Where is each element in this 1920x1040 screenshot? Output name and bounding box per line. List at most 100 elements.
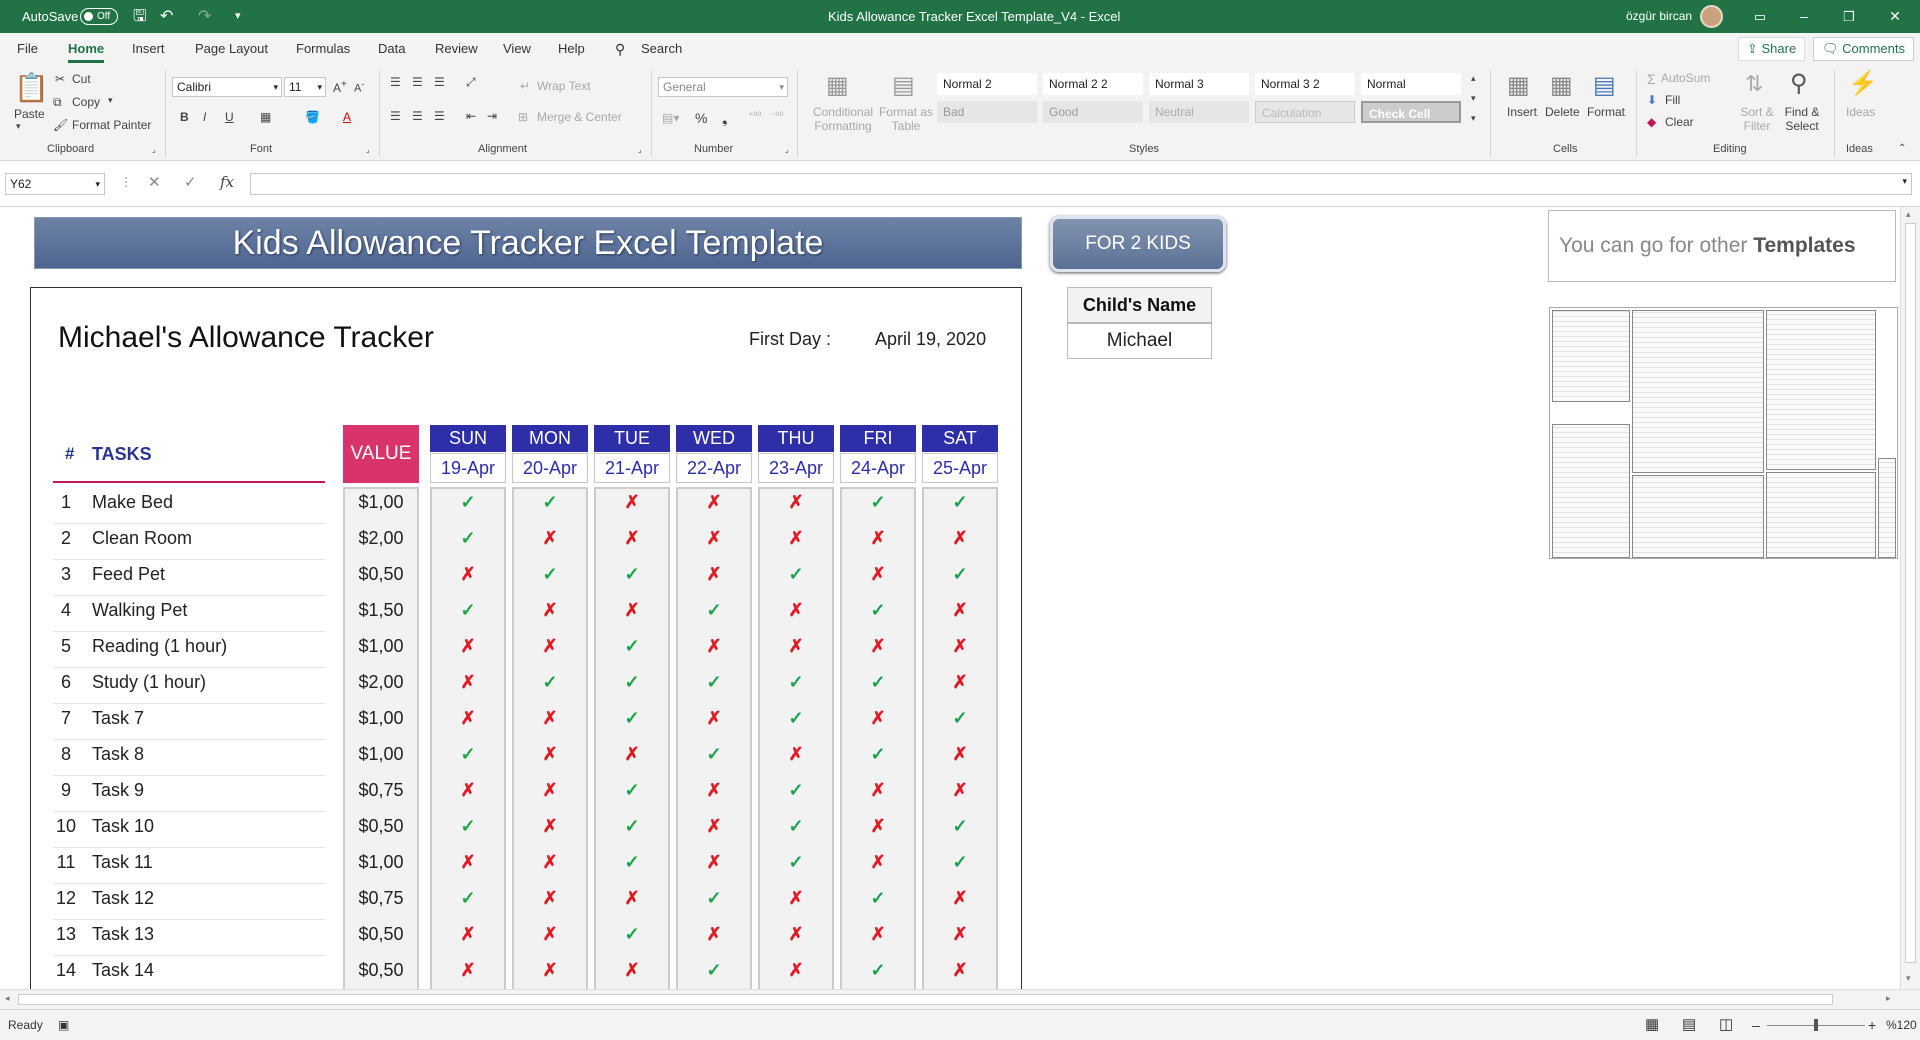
task-name[interactable]: Study (1 hour) xyxy=(92,672,206,693)
style-normal-3-2[interactable]: Normal 3 2 xyxy=(1255,73,1355,95)
close-icon[interactable]: ✕ xyxy=(1872,0,1918,33)
decrease-font-icon[interactable]: A- xyxy=(354,79,364,95)
fill-color-icon[interactable]: 🪣 xyxy=(305,110,320,124)
check-icon[interactable]: ✓ xyxy=(840,960,916,981)
check-icon[interactable]: ✓ xyxy=(430,816,506,837)
task-value[interactable]: $2,00 xyxy=(343,672,419,693)
number-launcher-icon[interactable]: ⌟ xyxy=(785,145,789,154)
cross-icon[interactable]: ✗ xyxy=(512,852,588,873)
cross-icon[interactable]: ✗ xyxy=(594,888,670,909)
cross-icon[interactable]: ✗ xyxy=(922,780,998,801)
cross-icon[interactable]: ✗ xyxy=(430,852,506,873)
tab-home[interactable]: Home xyxy=(68,33,105,65)
cross-icon[interactable]: ✗ xyxy=(840,564,916,585)
cross-icon[interactable]: ✗ xyxy=(758,528,834,549)
tab-page-layout[interactable]: Page Layout xyxy=(195,33,268,65)
check-icon[interactable]: ✓ xyxy=(758,708,834,729)
save-icon[interactable]: 🖫 xyxy=(133,0,147,33)
cross-icon[interactable]: ✗ xyxy=(512,528,588,549)
find-icon[interactable]: ⚲ xyxy=(1790,69,1808,98)
zoom-in-icon[interactable]: + xyxy=(1868,1010,1876,1040)
percent-icon[interactable]: % xyxy=(695,110,707,126)
cross-icon[interactable]: ✗ xyxy=(512,816,588,837)
customize-toolbar-icon[interactable]: ▾ xyxy=(235,0,241,33)
cross-icon[interactable]: ✗ xyxy=(430,564,506,585)
task-name[interactable]: Task 14 xyxy=(92,960,154,981)
insert-cells-button[interactable]: Insert xyxy=(1507,105,1537,119)
style-calculation[interactable]: Calculation xyxy=(1255,101,1355,123)
task-name[interactable]: Task 13 xyxy=(92,924,154,945)
check-icon[interactable]: ✓ xyxy=(840,492,916,513)
horizontal-scrollbar[interactable]: ◂ ▸ xyxy=(0,989,1920,1009)
zoom-slider-handle[interactable] xyxy=(1814,1019,1818,1031)
check-icon[interactable]: ✓ xyxy=(594,852,670,873)
zoom-level[interactable]: %120 xyxy=(1886,1010,1917,1040)
task-value[interactable]: $1,00 xyxy=(343,492,419,513)
enter-icon[interactable]: ✓ xyxy=(184,173,197,191)
copy-dropdown-icon[interactable]: ▾ xyxy=(108,95,113,106)
align-top-icon[interactable]: ☰ xyxy=(390,75,401,89)
template-thumbnail[interactable] xyxy=(1552,424,1630,558)
task-value[interactable]: $1,00 xyxy=(343,744,419,765)
align-bottom-icon[interactable]: ☰ xyxy=(434,75,445,89)
template-thumbnail[interactable] xyxy=(1632,310,1764,473)
cross-icon[interactable]: ✗ xyxy=(676,492,752,513)
styles-more-icon[interactable]: ▾ xyxy=(1471,113,1476,124)
cross-icon[interactable]: ✗ xyxy=(922,636,998,657)
font-size-dropdown[interactable]: 11 ▾ xyxy=(284,77,326,97)
style-bad[interactable]: Bad xyxy=(937,101,1037,123)
cross-icon[interactable]: ✗ xyxy=(512,780,588,801)
tab-help[interactable]: Help xyxy=(558,33,585,65)
cross-icon[interactable]: ✗ xyxy=(922,924,998,945)
orientation-icon[interactable]: ⤢ xyxy=(466,75,476,90)
paste-button[interactable]: Paste xyxy=(14,107,45,121)
tab-view[interactable]: View xyxy=(503,33,531,65)
cross-icon[interactable]: ✗ xyxy=(430,780,506,801)
cross-icon[interactable]: ✗ xyxy=(430,672,506,693)
task-name[interactable]: Walking Pet xyxy=(92,600,187,621)
task-name[interactable]: Feed Pet xyxy=(92,564,165,585)
cross-icon[interactable]: ✗ xyxy=(594,960,670,981)
check-icon[interactable]: ✓ xyxy=(512,564,588,585)
cross-icon[interactable]: ✗ xyxy=(430,924,506,945)
merge-icon[interactable]: ⊞ xyxy=(518,110,528,124)
alignment-launcher-icon[interactable]: ⌟ xyxy=(638,145,642,154)
check-icon[interactable]: ✓ xyxy=(512,492,588,513)
task-name[interactable]: Task 9 xyxy=(92,780,144,801)
cross-icon[interactable]: ✗ xyxy=(676,564,752,585)
tab-formulas[interactable]: Formulas xyxy=(296,33,350,65)
cross-icon[interactable]: ✗ xyxy=(676,708,752,729)
cut-button[interactable]: Cut xyxy=(72,72,91,86)
copy-icon[interactable]: ⧉ xyxy=(53,95,62,110)
first-day-value[interactable]: April 19, 2020 xyxy=(875,329,986,350)
cross-icon[interactable]: ✗ xyxy=(594,744,670,765)
decrease-decimal-icon[interactable]: ⁻⁰⁰ xyxy=(770,111,783,122)
cross-icon[interactable]: ✗ xyxy=(512,744,588,765)
scroll-left-icon[interactable]: ◂ xyxy=(5,993,10,1004)
cross-icon[interactable]: ✗ xyxy=(512,924,588,945)
page-layout-view-icon[interactable]: ▤ xyxy=(1682,1010,1696,1040)
search-box[interactable]: Search xyxy=(641,33,682,65)
restore-icon[interactable]: ❐ xyxy=(1826,0,1872,33)
cross-icon[interactable]: ✗ xyxy=(676,852,752,873)
undo-icon[interactable]: ↶ xyxy=(160,0,173,33)
check-icon[interactable]: ✓ xyxy=(676,888,752,909)
search-icon[interactable]: ⚲ xyxy=(615,33,625,65)
format-painter-button[interactable]: Format Painter xyxy=(72,118,151,132)
task-name[interactable]: Task 12 xyxy=(92,888,154,909)
cross-icon[interactable]: ✗ xyxy=(430,960,506,981)
formula-input[interactable]: ▾ xyxy=(250,173,1912,195)
increase-decimal-icon[interactable]: ⁺⁰⁰ xyxy=(748,111,761,122)
cross-icon[interactable]: ✗ xyxy=(922,528,998,549)
page-break-view-icon[interactable]: ◫ xyxy=(1719,1010,1733,1040)
format-as-table-button[interactable]: Format as Table xyxy=(876,105,936,133)
delete-cells-icon[interactable]: ▦ xyxy=(1550,71,1573,100)
find-select-button[interactable]: Find & Select xyxy=(1781,105,1823,133)
check-icon[interactable]: ✓ xyxy=(594,708,670,729)
borders-icon[interactable]: ▦ xyxy=(260,110,271,124)
wrap-text-button[interactable]: Wrap Text xyxy=(537,79,591,93)
check-icon[interactable]: ✓ xyxy=(676,600,752,621)
ribbon-display-icon[interactable]: ▭ xyxy=(1737,0,1783,33)
check-icon[interactable]: ✓ xyxy=(430,600,506,621)
check-icon[interactable]: ✓ xyxy=(594,816,670,837)
